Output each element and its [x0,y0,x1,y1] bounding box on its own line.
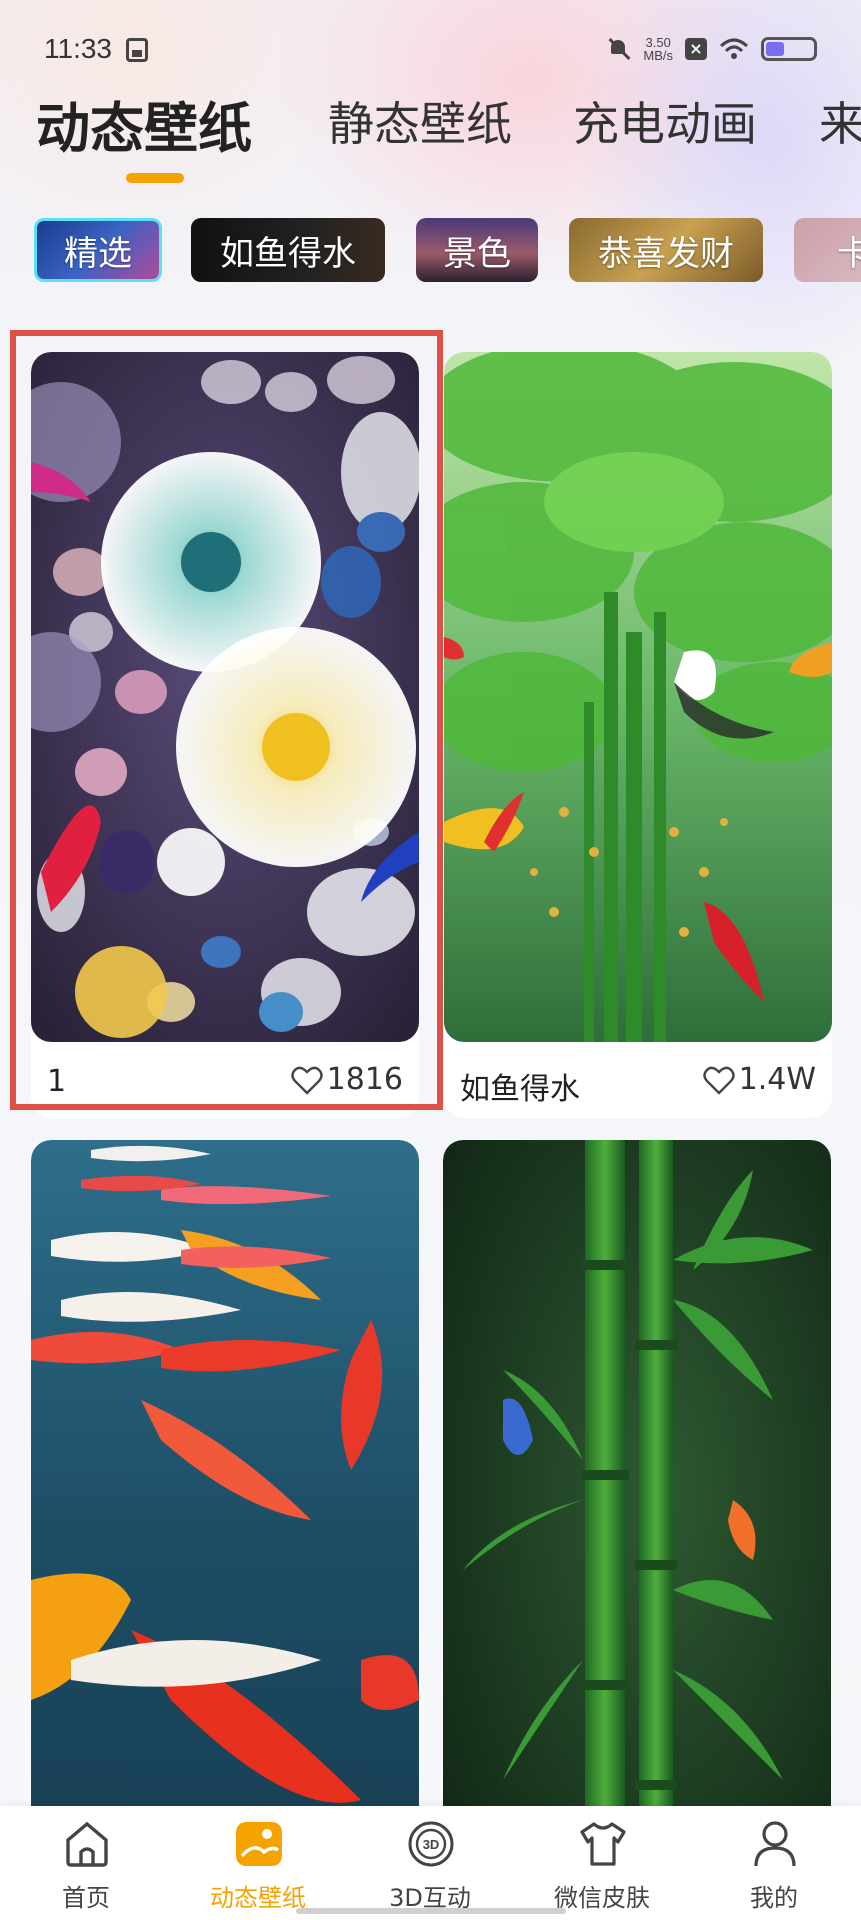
wallpaper-card[interactable] [443,1140,831,1920]
nav-label: 首页 [62,1884,110,1912]
tab-charging-animation[interactable]: 充电动画 [573,88,757,154]
tab-static-wallpaper[interactable]: 静态壁纸 [328,88,512,154]
nav-label: 我的 [750,1884,798,1912]
chip-scenery[interactable]: 景色 [416,218,538,282]
chip-featured[interactable]: 精选 [34,218,162,282]
nav-3d-interactive[interactable]: 3D 3D互动 [360,1806,500,1920]
dynamic-wallpaper-icon [236,1822,282,1866]
network-speed: 3.50 MB/s [643,36,673,62]
chip-label: 卡 [837,233,861,274]
chip-label: 精选 [64,233,132,274]
card-footer: 如鱼得水 1.4W [444,1042,832,1118]
nav-profile[interactable]: 我的 [704,1806,844,1920]
selection-highlight [10,330,443,1110]
wallpaper-thumbnail [444,352,832,1042]
nav-home[interactable]: 首页 [16,1806,156,1920]
heart-icon [702,1066,735,1095]
mute-icon [607,37,631,61]
like-count-value: 1.4W [738,1062,816,1097]
active-tab-indicator [126,173,184,183]
tab-dynamic-wallpaper[interactable]: 动态壁纸 [36,84,252,163]
bottom-nav: 首页 动态壁纸 3D 3D互动 微信皮肤 我的 [0,1806,861,1920]
3d-icon: 3D [408,1821,454,1867]
app-screen: 11:33 3.50 MB/s × 动态壁纸 静态壁纸 充电动画 来 精选 如鱼… [0,0,861,1920]
nav-dynamic-wallpaper[interactable]: 动态壁纸 [188,1806,328,1920]
wifi-icon [719,38,749,59]
battery-icon [761,37,817,61]
sim-card-icon [126,38,148,62]
wallpaper-card[interactable]: 如鱼得水 1.4W [444,352,832,1118]
chip-label: 如鱼得水 [220,233,356,274]
battery-level [766,42,785,56]
like-count[interactable]: 1.4W [702,1062,816,1097]
wallpaper-thumbnail [31,1140,419,1920]
tshirt-icon [580,1822,626,1866]
wallpaper-title: 如鱼得水 [460,1072,580,1107]
chip-fortune[interactable]: 恭喜发财 [569,218,763,282]
x-app-icon: × [685,38,707,60]
chip-like-fish-in-water[interactable]: 如鱼得水 [191,218,385,282]
profile-icon [754,1821,796,1867]
wallpaper-thumbnail [443,1140,831,1920]
home-icon [66,1821,108,1867]
svg-text:3D: 3D [423,1837,440,1852]
wallpaper-card[interactable] [31,1140,419,1920]
network-speed-unit: MB/s [643,48,673,63]
nav-wechat-skin[interactable]: 微信皮肤 [532,1806,672,1920]
chip-label: 恭喜发财 [598,233,734,274]
tab-more[interactable]: 来 [819,88,861,154]
chip-cartoon[interactable]: 卡 [794,218,861,282]
chip-label: 景色 [443,233,511,274]
status-time: 11:33 [44,33,112,64]
home-indicator[interactable] [296,1908,566,1914]
status-icons: 3.50 MB/s × [607,34,817,64]
